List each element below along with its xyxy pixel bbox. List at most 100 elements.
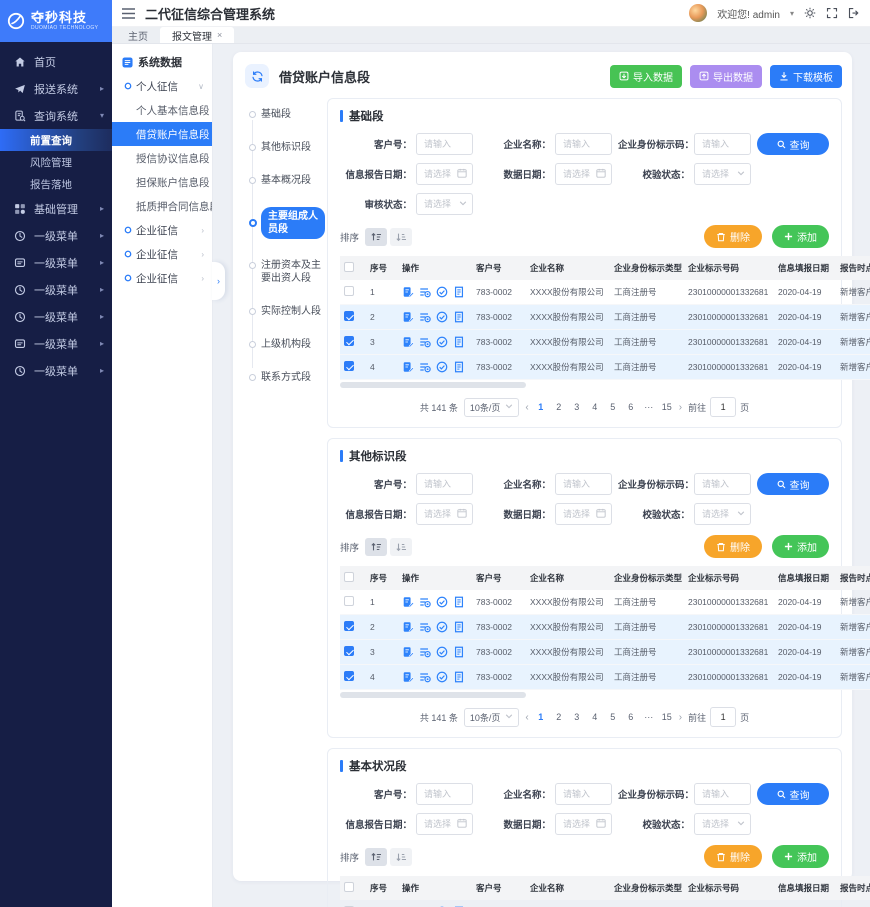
tree-group[interactable]: 个人征信∨ [112,74,212,98]
goto-page-input[interactable] [710,707,736,727]
row-checkbox[interactable] [344,671,354,681]
report-icon[interactable] [453,596,465,608]
date-picker[interactable] [555,163,612,185]
field-input[interactable] [700,788,741,800]
anchor-item[interactable]: 主要组成人员段 [261,207,325,239]
approve-icon[interactable] [436,621,448,633]
field-input[interactable] [700,478,741,490]
next-page-button[interactable]: › [679,712,682,723]
add-button[interactable]: 添加 [772,225,829,248]
date-picker[interactable] [555,503,612,525]
field-input[interactable] [422,138,463,150]
anchor-item[interactable]: 其他标识段 [248,141,325,154]
date-picker[interactable] [416,503,473,525]
scrollbar-thumb[interactable] [340,382,526,388]
field-input[interactable] [700,138,741,150]
scrollbar-thumb[interactable] [340,692,526,698]
field-input[interactable] [700,168,733,180]
page-number[interactable]: 6 [625,712,637,722]
tree-leaf[interactable]: 个人基本信息段 [112,98,212,122]
page-number[interactable]: 3 [571,712,583,722]
text-input[interactable] [694,133,751,155]
approve-icon[interactable] [436,336,448,348]
text-input[interactable] [694,783,751,805]
report-icon[interactable] [453,361,465,373]
tree-leaf[interactable]: 担保账户信息段 [112,170,212,194]
text-input[interactable] [555,783,612,805]
delete-button[interactable]: 删除 [704,225,762,248]
sidebar-item[interactable]: 一级菜单▸ [0,249,112,276]
table-row[interactable]: 4 783-0002 XXXX股份有限公司 工商注册号 230100000013… [340,665,870,690]
row-checkbox[interactable] [344,311,354,321]
page-number[interactable]: 6 [625,402,637,412]
page-number[interactable]: 2 [553,712,565,722]
detail-icon[interactable] [419,311,431,323]
add-button[interactable]: 添加 [772,845,829,868]
field-input[interactable] [422,788,463,800]
sidebar-subitem[interactable]: 风险管理 [0,151,112,173]
sort-desc-button[interactable] [390,538,412,556]
anchor-item[interactable]: 上级机构段 [248,338,325,351]
report-icon[interactable] [453,336,465,348]
edit-file-icon[interactable] [402,336,414,348]
table-row[interactable]: 1 783-0002 XXXX股份有限公司 工商注册号 230100000013… [340,900,870,907]
anchor-item[interactable]: 基本概况段 [248,174,325,187]
sort-desc-button[interactable] [390,848,412,866]
field-input[interactable] [561,138,602,150]
page-size-select[interactable]: 10条/页 [464,708,520,727]
text-input[interactable] [416,783,473,805]
horizontal-scrollbar[interactable] [340,382,829,388]
logout-icon[interactable] [848,7,860,19]
report-icon[interactable] [453,671,465,683]
page-number[interactable]: 1 [535,402,547,412]
text-input[interactable] [694,473,751,495]
sidebar-item[interactable]: 一级菜单▸ [0,357,112,384]
page-number[interactable]: 4 [589,402,601,412]
anchor-item[interactable]: 联系方式段 [248,371,325,384]
field-input[interactable] [700,508,733,520]
page-number[interactable]: 4 [589,712,601,722]
edit-file-icon[interactable] [402,311,414,323]
approve-icon[interactable] [436,286,448,298]
anchor-item[interactable]: 注册资本及主要出资人段 [248,259,325,285]
approve-icon[interactable] [436,646,448,658]
anchor-item[interactable]: 基础段 [248,108,325,121]
edit-file-icon[interactable] [402,646,414,658]
sort-asc-button[interactable] [365,228,387,246]
hamburger-icon[interactable] [122,8,135,19]
field-input[interactable] [561,818,592,830]
sidebar-item[interactable]: 一级菜单▸ [0,303,112,330]
sort-asc-button[interactable] [365,848,387,866]
query-button[interactable]: 查询 [757,473,829,495]
import-button[interactable]: 导入数据 [610,65,682,88]
edit-file-icon[interactable] [402,596,414,608]
edit-file-icon[interactable] [402,621,414,633]
user-caret-icon[interactable]: ▾ [790,9,794,18]
select-input[interactable] [416,193,473,215]
select-input[interactable] [694,503,751,525]
row-checkbox[interactable] [344,646,354,656]
page-number[interactable]: 15 [661,402,673,412]
field-input[interactable] [561,168,592,180]
detail-icon[interactable] [419,361,431,373]
horizontal-scrollbar[interactable] [340,692,829,698]
approve-icon[interactable] [436,671,448,683]
field-input[interactable] [422,478,463,490]
page-number[interactable]: 15 [661,712,673,722]
select-all-checkbox[interactable] [344,572,354,582]
field-input[interactable] [422,168,453,180]
delete-button[interactable]: 删除 [704,845,762,868]
select-all-checkbox[interactable] [344,262,354,272]
sort-asc-button[interactable] [365,538,387,556]
select-input[interactable] [694,163,751,185]
page-number[interactable]: 5 [607,712,619,722]
next-page-button[interactable]: › [679,402,682,413]
gear-icon[interactable] [804,7,816,19]
row-checkbox[interactable] [344,596,354,606]
download-button[interactable]: 下载模板 [770,65,842,88]
field-input[interactable] [422,818,453,830]
edit-file-icon[interactable] [402,361,414,373]
prev-page-button[interactable]: ‹ [525,402,528,413]
tree-group[interactable]: 企业征信› [112,266,212,290]
user-avatar[interactable] [689,4,707,22]
